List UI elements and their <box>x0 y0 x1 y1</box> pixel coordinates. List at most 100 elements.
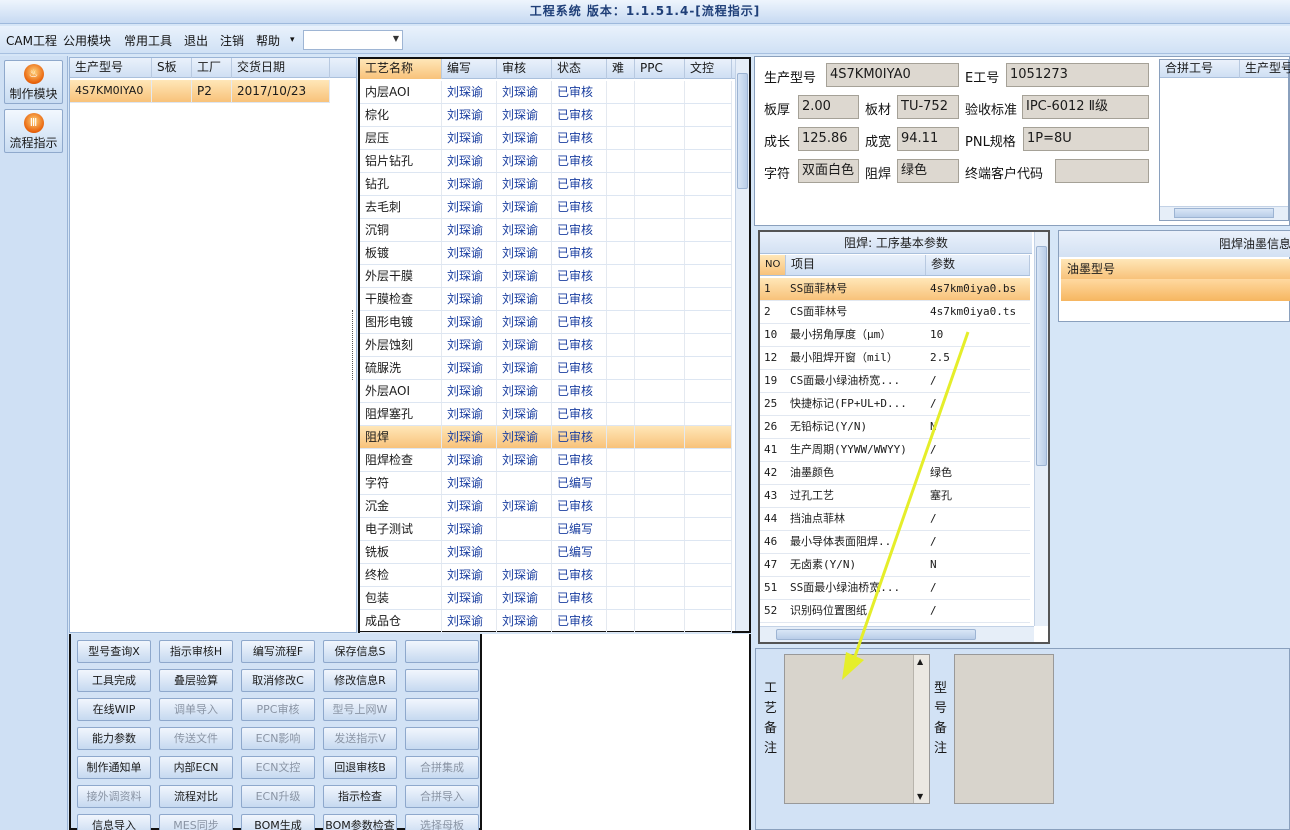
field-standard[interactable]: IPC-6012 Ⅱ级 <box>1022 95 1149 119</box>
action-button[interactable]: 内部ECN <box>159 756 233 779</box>
process-row[interactable]: 阻焊塞孔 刘琛谕 刘琛谕 已审核 <box>360 403 732 426</box>
params-hscroll[interactable] <box>760 626 1034 642</box>
action-button[interactable]: 指示审核H <box>159 640 233 663</box>
process-row[interactable]: 层压 刘琛谕 刘琛谕 已审核 <box>360 127 732 150</box>
params-hscroll-thumb[interactable] <box>776 629 976 640</box>
action-button[interactable]: BOM参数检查 <box>323 814 397 830</box>
action-button[interactable]: 流程对比 <box>159 785 233 808</box>
process-row[interactable]: 棕化 刘琛谕 刘琛谕 已审核 <box>360 104 732 127</box>
action-button[interactable]: 叠层验算 <box>159 669 233 692</box>
scroll-up-icon[interactable]: ▲ <box>917 657 923 666</box>
order-row[interactable]: 4S7KM0IYA0 P2 2017/10/23 <box>70 80 330 103</box>
params-vscroll[interactable] <box>1034 232 1048 626</box>
field-customer[interactable] <box>1055 159 1149 183</box>
process-row[interactable]: 沉铜 刘琛谕 刘琛谕 已审核 <box>360 219 732 242</box>
field-prod-model[interactable]: 4S7KM0IYA0 <box>826 63 959 87</box>
field-width[interactable]: 94.11 <box>897 127 959 151</box>
action-button[interactable]: 在线WIP <box>77 698 151 721</box>
action-button-blank[interactable] <box>405 669 479 692</box>
action-button[interactable]: 制作通知单 <box>77 756 151 779</box>
action-button[interactable]: 取消修改C <box>241 669 315 692</box>
menu-logout[interactable]: 注销 <box>220 32 244 49</box>
process-row[interactable]: 沉金 刘琛谕 刘琛谕 已审核 <box>360 495 732 518</box>
param-row[interactable]: 51 SS面最小绿油桥宽... / <box>760 577 1030 600</box>
action-button[interactable]: 工具完成 <box>77 669 151 692</box>
process-row[interactable]: 内层AOI 刘琛谕 刘琛谕 已审核 <box>360 81 732 104</box>
field-mask[interactable]: 绿色 <box>897 159 959 183</box>
process-row[interactable]: 钻孔 刘琛谕 刘琛谕 已审核 <box>360 173 732 196</box>
action-button[interactable]: 指示检查 <box>323 785 397 808</box>
param-row[interactable]: 42 油墨颜色 绿色 <box>760 462 1030 485</box>
action-button[interactable]: ECN影响 <box>241 727 315 750</box>
param-row[interactable]: 46 最小导体表面阻焊... / <box>760 531 1030 554</box>
action-button[interactable]: 传送文件 <box>159 727 233 750</box>
process-remark-scrollbar[interactable]: ▲ ▼ <box>913 655 929 803</box>
action-button[interactable]: BOM生成 <box>241 814 315 830</box>
process-row[interactable]: 阻焊检查 刘琛谕 刘琛谕 已审核 <box>360 449 732 472</box>
nav-flow-instruction[interactable]: Ⅲ 流程指示 <box>4 109 63 153</box>
menu-more-arrow-icon[interactable]: ▾ <box>290 35 295 45</box>
field-length[interactable]: 125.86 <box>798 127 859 151</box>
field-thickness[interactable]: 2.00 <box>798 95 859 119</box>
col-process-name[interactable]: 工艺名称 <box>360 59 442 79</box>
action-button[interactable]: ECN文控 <box>241 756 315 779</box>
process-row[interactable]: 外层AOI 刘琛谕 刘琛谕 已审核 <box>360 380 732 403</box>
action-button[interactable]: 接外调资料 <box>77 785 151 808</box>
process-row[interactable]: 图形电镀 刘琛谕 刘琛谕 已审核 <box>360 311 732 334</box>
process-row[interactable]: 硫脲洗 刘琛谕 刘琛谕 已审核 <box>360 357 732 380</box>
field-e-no[interactable]: 1051273 <box>1006 63 1149 87</box>
param-row[interactable]: 44 挡油点菲林 / <box>760 508 1030 531</box>
process-row[interactable]: 阻焊 刘琛谕 刘琛谕 已审核 <box>360 426 732 449</box>
action-button-blank[interactable] <box>405 727 479 750</box>
process-scroll-thumb[interactable] <box>737 73 748 189</box>
param-row[interactable]: 19 CS面最小绿油桥宽... / <box>760 370 1030 393</box>
param-row[interactable]: 47 无卤素(Y/N) N <box>760 554 1030 577</box>
param-row[interactable]: 10 最小拐角厚度（μm） 10 <box>760 324 1030 347</box>
param-row[interactable]: 41 生产周期(YYWW/WWYY) / <box>760 439 1030 462</box>
action-button[interactable]: 信息导入 <box>77 814 151 830</box>
param-row[interactable]: 43 过孔工艺 塞孔 <box>760 485 1030 508</box>
param-row[interactable]: 26 无铅标记(Y/N) N <box>760 416 1030 439</box>
col-param[interactable]: 参数 <box>926 255 1030 275</box>
action-button[interactable]: 编写流程F <box>241 640 315 663</box>
action-button-blank[interactable] <box>405 698 479 721</box>
action-button[interactable]: 选择母板 <box>405 814 479 830</box>
action-button[interactable]: 调单导入 <box>159 698 233 721</box>
action-button[interactable]: 能力参数 <box>77 727 151 750</box>
process-row[interactable]: 板镀 刘琛谕 刘琛谕 已审核 <box>360 242 732 265</box>
menu-help[interactable]: 帮助 <box>256 32 280 49</box>
nav-make-module[interactable]: ♨ 制作模块 <box>4 60 63 104</box>
action-button[interactable]: 发送指示V <box>323 727 397 750</box>
col-difficulty[interactable]: 难 <box>607 59 635 79</box>
scroll-down-icon[interactable]: ▼ <box>917 792 923 801</box>
col-reviewer[interactable]: 审核 <box>497 59 552 79</box>
action-button[interactable]: 回退审核B <box>323 756 397 779</box>
col-merge-model[interactable]: 生产型号 <box>1240 60 1290 78</box>
param-row[interactable]: 2 CS面菲林号 4s7km0iya0.ts <box>760 301 1030 324</box>
menu-tools[interactable]: 常用工具 <box>124 32 172 49</box>
process-row[interactable]: 成品仓 刘琛谕 刘琛谕 已审核 <box>360 610 732 633</box>
col-doc-control[interactable]: 文控 <box>685 59 732 79</box>
action-button[interactable]: 合拼导入 <box>405 785 479 808</box>
process-remark-text[interactable]: ▲ ▼ <box>784 654 930 804</box>
action-button[interactable]: PPC审核 <box>241 698 315 721</box>
col-merge-no[interactable]: 合拼工号 <box>1160 60 1240 78</box>
menu-combo[interactable]: ▼ <box>303 30 403 50</box>
merge-hscroll[interactable] <box>1160 206 1288 220</box>
col-factory[interactable]: 工厂 <box>192 58 232 78</box>
col-status[interactable]: 状态 <box>552 59 607 79</box>
action-button-blank[interactable] <box>405 640 479 663</box>
process-row[interactable]: 外层蚀刻 刘琛谕 刘琛谕 已审核 <box>360 334 732 357</box>
col-author[interactable]: 编写 <box>442 59 497 79</box>
process-row[interactable]: 终检 刘琛谕 刘琛谕 已审核 <box>360 564 732 587</box>
process-row[interactable]: 铝片钻孔 刘琛谕 刘琛谕 已审核 <box>360 150 732 173</box>
menu-exit[interactable]: 退出 <box>184 32 208 49</box>
ink-row-selected[interactable] <box>1061 279 1290 301</box>
process-row[interactable]: 去毛刺 刘琛谕 刘琛谕 已审核 <box>360 196 732 219</box>
col-ppc[interactable]: PPC <box>635 59 685 79</box>
action-button[interactable]: 保存信息S <box>323 640 397 663</box>
action-button[interactable]: 合拼集成 <box>405 756 479 779</box>
model-remark-text[interactable] <box>954 654 1054 804</box>
process-row[interactable]: 电子测试 刘琛谕 已编写 <box>360 518 732 541</box>
param-row[interactable]: 12 最小阻焊开窗（mil） 2.5 <box>760 347 1030 370</box>
